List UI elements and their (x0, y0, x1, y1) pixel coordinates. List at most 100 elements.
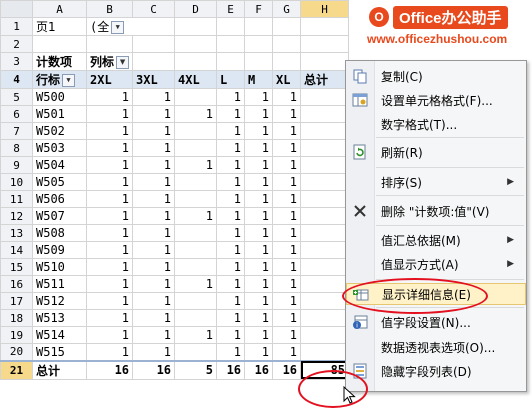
row-label-cell[interactable]: W507 (32, 207, 87, 225)
menu-item-sort[interactable]: 排序(S) ▶ (346, 171, 526, 193)
row-total-cell[interactable] (300, 173, 350, 191)
pivot-column-header[interactable]: XL (272, 70, 302, 89)
row-total-cell[interactable] (300, 207, 350, 225)
row-header[interactable]: 20 (0, 343, 33, 361)
value-cell[interactable]: 1 (174, 156, 218, 174)
value-cell[interactable]: 1 (85, 88, 134, 106)
value-cell[interactable]: 1 (132, 88, 176, 106)
row-label-cell[interactable]: W513 (32, 309, 87, 327)
row-header[interactable]: 6 (0, 105, 33, 123)
row-header[interactable]: 14 (0, 241, 33, 259)
row-header[interactable]: 8 (0, 139, 33, 157)
row-header[interactable]: 3 (0, 52, 33, 71)
row-header[interactable]: 2 (0, 35, 33, 53)
grand-total-label[interactable]: 总计 (32, 359, 87, 380)
row-header[interactable]: 19 (0, 326, 33, 344)
menu-item-summarize-values-by[interactable]: 值汇总依据(M) ▶ (346, 229, 526, 251)
value-cell[interactable]: 1 (216, 343, 246, 361)
page-filter-label[interactable]: 页1 (32, 17, 87, 36)
value-cell[interactable]: 1 (132, 207, 176, 225)
row-header[interactable]: 16 (0, 275, 33, 293)
column-header-f[interactable]: F (244, 0, 274, 18)
value-cell[interactable]: 1 (244, 122, 274, 140)
value-cell[interactable]: 1 (174, 105, 218, 123)
value-cell[interactable]: 1 (216, 309, 246, 327)
value-cell[interactable]: 1 (216, 207, 246, 225)
page-filter-value[interactable]: (全 ▼ (85, 17, 176, 36)
value-cell[interactable]: 1 (85, 156, 134, 174)
row-total-cell[interactable] (300, 241, 350, 259)
value-cell[interactable] (174, 343, 218, 361)
value-cell[interactable]: 1 (174, 207, 218, 225)
value-cell[interactable]: 1 (132, 173, 176, 191)
row-label-cell[interactable]: W511 (32, 275, 87, 293)
filter-dropdown-icon[interactable]: ▼ (116, 56, 130, 69)
column-header-g[interactable]: G (272, 0, 302, 18)
cell[interactable] (272, 35, 302, 53)
value-cell[interactable]: 1 (85, 105, 134, 123)
value-cell[interactable]: 1 (85, 309, 134, 327)
row-label-cell[interactable]: W510 (32, 258, 87, 276)
row-label-cell[interactable]: W503 (32, 139, 87, 157)
filter-dropdown-icon[interactable]: ▼ (111, 21, 125, 34)
pivot-column-header[interactable]: 3XL (132, 70, 176, 89)
column-header-d[interactable]: D (174, 0, 218, 18)
row-header[interactable]: 11 (0, 190, 33, 208)
value-cell[interactable]: 1 (272, 326, 302, 344)
value-cell[interactable]: 1 (272, 105, 302, 123)
value-cell[interactable]: 1 (244, 275, 274, 293)
cell[interactable] (272, 52, 302, 71)
value-cell[interactable]: 1 (244, 343, 274, 361)
value-cell[interactable] (174, 173, 218, 191)
row-label-cell[interactable]: W506 (32, 190, 87, 208)
row-label-cell[interactable]: W515 (32, 343, 87, 361)
value-field-label[interactable]: 计数项 (32, 52, 87, 71)
column-header-h[interactable]: H (300, 0, 350, 18)
cell[interactable] (300, 35, 350, 53)
menu-item-value-field-settings[interactable]: i 值字段设置(N)... (346, 311, 526, 333)
value-cell[interactable]: 1 (132, 275, 176, 293)
row-total-cell[interactable] (300, 326, 350, 344)
value-cell[interactable]: 1 (272, 156, 302, 174)
row-header[interactable]: 5 (0, 88, 33, 106)
value-cell[interactable] (174, 258, 218, 276)
menu-item-pivottable-options[interactable]: 数据透视表选项(O)... (346, 336, 526, 358)
cell[interactable] (216, 35, 246, 53)
row-header[interactable]: 1 (0, 17, 33, 36)
value-cell[interactable]: 1 (272, 122, 302, 140)
value-cell[interactable]: 1 (216, 105, 246, 123)
row-header[interactable]: 18 (0, 309, 33, 327)
value-cell[interactable]: 1 (244, 292, 274, 310)
pivot-column-header[interactable]: 2XL (85, 70, 134, 89)
cell[interactable] (300, 52, 350, 71)
value-cell[interactable]: 1 (272, 275, 302, 293)
value-cell[interactable]: 1 (85, 292, 134, 310)
row-total-cell[interactable] (300, 343, 350, 361)
value-cell[interactable]: 1 (216, 122, 246, 140)
cell[interactable] (216, 52, 246, 71)
menu-item-number-format[interactable]: 数字格式(T)... (346, 113, 526, 135)
cell[interactable] (244, 52, 274, 71)
row-total-cell[interactable] (300, 139, 350, 157)
value-cell[interactable]: 1 (85, 258, 134, 276)
row-header[interactable]: 12 (0, 207, 33, 225)
value-cell[interactable]: 1 (244, 173, 274, 191)
value-cell[interactable]: 1 (132, 292, 176, 310)
value-cell[interactable]: 1 (85, 173, 134, 191)
value-cell[interactable]: 1 (272, 258, 302, 276)
value-cell[interactable]: 1 (132, 190, 176, 208)
row-label-cell[interactable]: W509 (32, 241, 87, 259)
value-cell[interactable]: 1 (216, 241, 246, 259)
value-cell[interactable]: 1 (244, 258, 274, 276)
value-cell[interactable]: 1 (244, 309, 274, 327)
value-cell[interactable] (174, 139, 218, 157)
value-cell[interactable]: 1 (244, 207, 274, 225)
value-cell[interactable]: 1 (132, 241, 176, 259)
value-cell[interactable]: 1 (216, 88, 246, 106)
cell[interactable] (132, 35, 176, 53)
value-cell[interactable]: 1 (216, 326, 246, 344)
column-header-e[interactable]: E (216, 0, 246, 18)
row-label-cell[interactable]: W505 (32, 173, 87, 191)
value-cell[interactable]: 1 (132, 156, 176, 174)
pivot-column-header[interactable]: L (216, 70, 246, 89)
